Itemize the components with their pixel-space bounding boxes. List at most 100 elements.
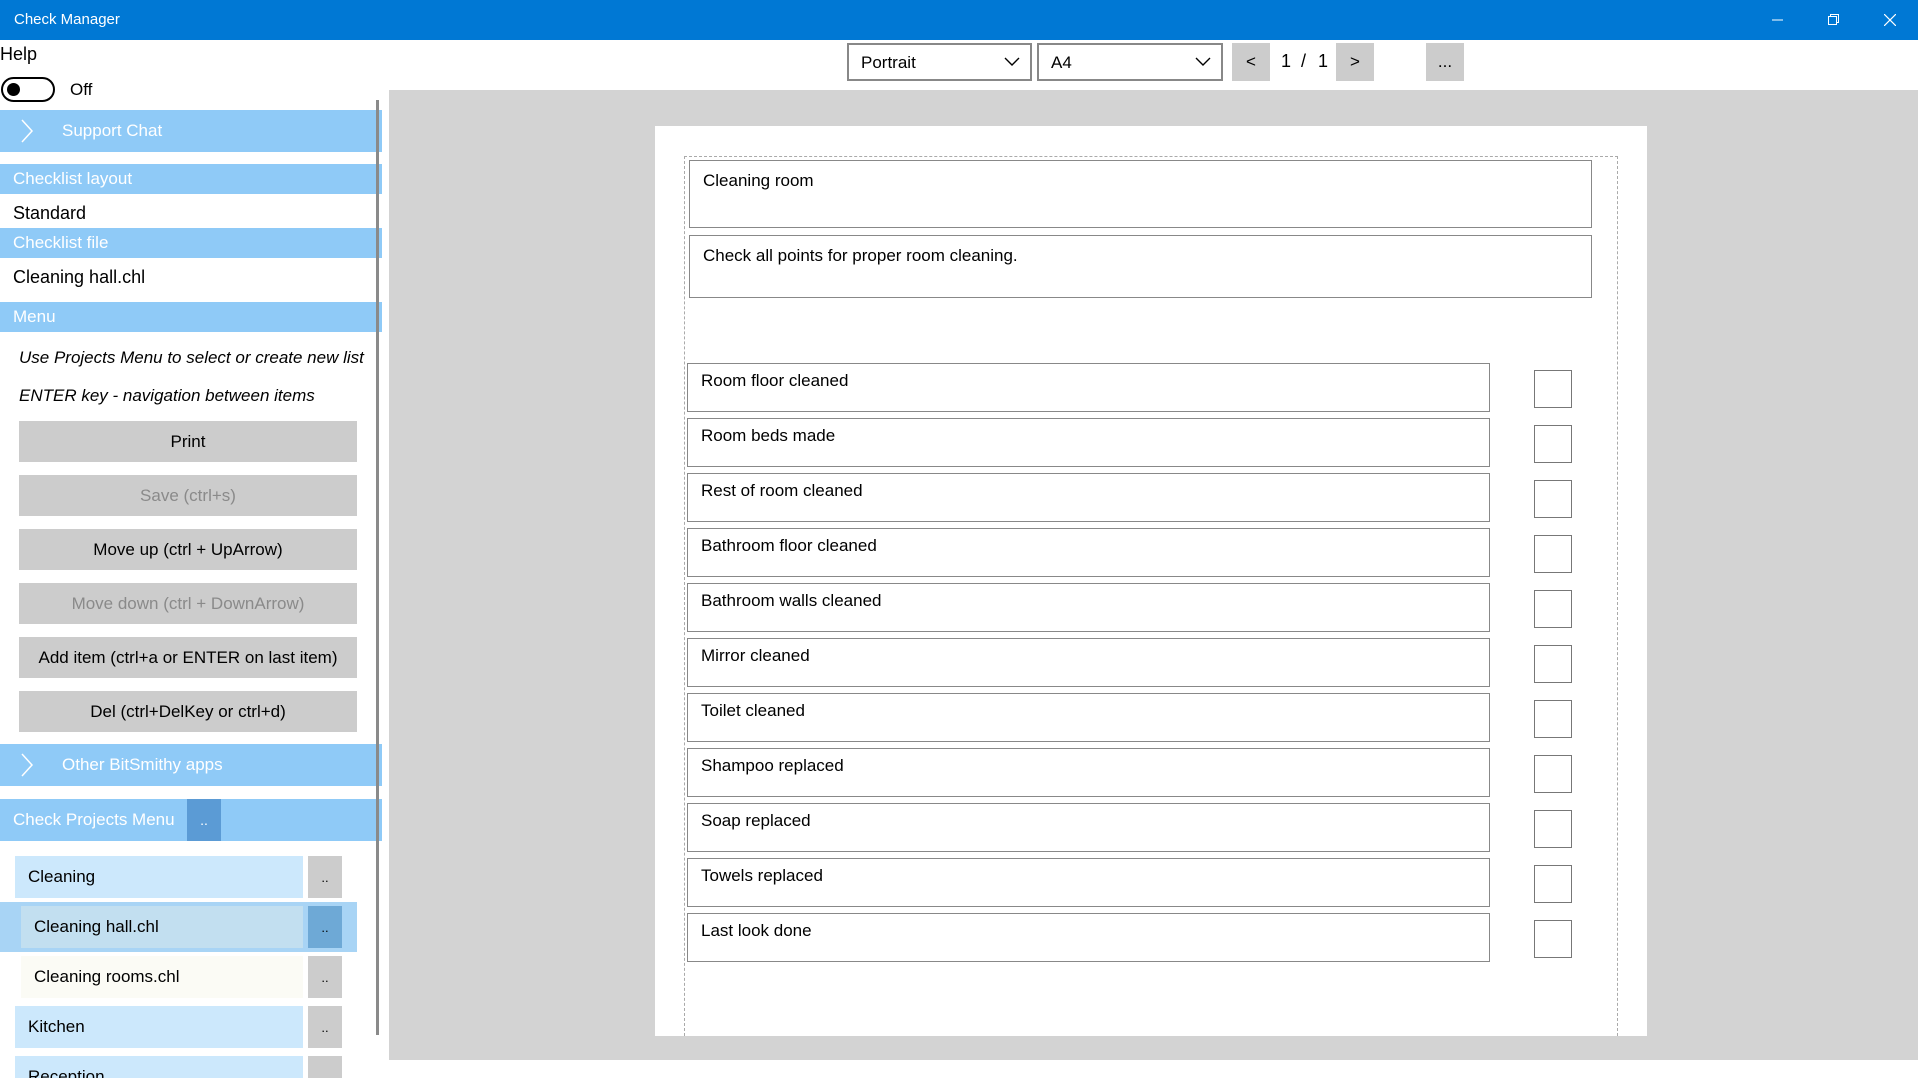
restore-button[interactable]	[1806, 0, 1862, 40]
total-pages: 1	[1318, 51, 1329, 71]
checklist-item-text: Shampoo replaced	[701, 756, 844, 775]
projects-menu-more-button[interactable]: ..	[187, 799, 221, 841]
checklist-item-field[interactable]: Towels replaced	[687, 858, 1490, 907]
checklist-item-text: Bathroom floor cleaned	[701, 536, 877, 555]
checklist-item-field[interactable]: Last look done	[687, 913, 1490, 962]
current-page: 1	[1281, 51, 1292, 71]
title-bar: Check Manager	[0, 0, 1918, 40]
checklist-item-field[interactable]: Room floor cleaned	[687, 363, 1490, 412]
checklist-layout-value[interactable]: Standard	[13, 203, 86, 224]
chevron-down-icon	[1195, 57, 1211, 66]
checklist-item-text: Mirror cleaned	[701, 646, 810, 665]
checklist-item-checkbox[interactable]	[1534, 425, 1572, 463]
menu-header: Menu	[0, 302, 382, 332]
checklist-item-text: Last look done	[701, 921, 812, 940]
checklist-item-text: Room beds made	[701, 426, 836, 445]
checklist-item-field[interactable]: Shampoo replaced	[687, 748, 1490, 797]
checklist-item-checkbox[interactable]	[1534, 535, 1572, 573]
other-apps-label: Other BitSmithy apps	[62, 755, 223, 774]
tree-item-label: Reception	[28, 1067, 105, 1078]
support-chat-label: Support Chat	[62, 121, 163, 140]
print-button[interactable]: Print	[19, 421, 357, 462]
tree-item-reception[interactable]: Reception	[15, 1056, 303, 1078]
support-chat-expander[interactable]: Support Chat	[0, 110, 382, 152]
checklist-item-field[interactable]: Toilet cleaned	[687, 693, 1490, 742]
checklist-item-checkbox[interactable]	[1534, 755, 1572, 793]
tree-item-more-button[interactable]: ..	[308, 906, 342, 948]
chevron-right-icon	[21, 119, 34, 143]
menu-note: ENTER key - navigation between items	[19, 386, 315, 405]
tree-item-kitchen[interactable]: Kitchen	[15, 1006, 303, 1048]
checklist-title-text: Cleaning room	[703, 171, 814, 190]
close-button[interactable]	[1862, 0, 1918, 40]
checklist-item-text: Room floor cleaned	[701, 371, 849, 390]
left-panel-scrollbar[interactable]	[376, 100, 379, 1035]
projects-menu-header: Check Projects Menu ..	[0, 799, 382, 841]
menu-note: Use Projects Menu to select or create ne…	[19, 348, 364, 367]
checklist-description-field[interactable]: Check all points for proper room cleanin…	[689, 235, 1592, 298]
help-label: Help	[0, 44, 38, 64]
checklist-title-field[interactable]: Cleaning room	[689, 160, 1592, 228]
checklist-item-text: Rest of room cleaned	[701, 481, 863, 500]
add-item-button[interactable]: Add item (ctrl+a or ENTER on last item)	[19, 637, 357, 678]
checklist-item-field[interactable]: Soap replaced	[687, 803, 1490, 852]
help-toggle-state: Off	[70, 80, 93, 99]
tree-item-cleaning[interactable]: Cleaning	[15, 856, 303, 898]
close-icon	[1884, 14, 1896, 26]
checklist-file-value[interactable]: Cleaning hall.chl	[13, 267, 145, 288]
prev-page-button[interactable]: <	[1232, 43, 1270, 81]
paper-size-select[interactable]: A4	[1037, 43, 1223, 81]
tree-item-more-button[interactable]: ..	[308, 956, 342, 998]
checklist-item-checkbox[interactable]	[1534, 645, 1572, 683]
paper-size-value: A4	[1051, 53, 1072, 72]
more-options-button[interactable]: ...	[1426, 43, 1464, 81]
checklist-item-checkbox[interactable]	[1534, 590, 1572, 628]
tree-item-more-button[interactable]: ..	[308, 1006, 342, 1048]
checklist-item-field[interactable]: Rest of room cleaned	[687, 473, 1490, 522]
checklist-item-checkbox[interactable]	[1534, 480, 1572, 518]
tree-item-more-button[interactable]: ..	[308, 1056, 342, 1078]
checklist-description-text: Check all points for proper room cleanin…	[703, 246, 1018, 265]
left-panel: Help Off Support Chat Checklist layout S…	[0, 40, 382, 1078]
tree-item-label: Cleaning rooms.chl	[34, 967, 180, 986]
minimize-icon	[1772, 19, 1783, 21]
checklist-item-checkbox[interactable]	[1534, 370, 1572, 408]
checklist-file-header: Checklist file	[0, 228, 382, 258]
delete-item-button[interactable]: Del (ctrl+DelKey or ctrl+d)	[19, 691, 357, 732]
move-up-button[interactable]: Move up (ctrl + UpArrow)	[19, 529, 357, 570]
checklist-item-checkbox[interactable]	[1534, 865, 1572, 903]
save-button[interactable]: Save (ctrl+s)	[19, 475, 357, 516]
move-down-button[interactable]: Move down (ctrl + DownArrow)	[19, 583, 357, 624]
toggle-knob	[7, 83, 20, 96]
tree-item-cleaning-rooms[interactable]: Cleaning rooms.chl	[21, 956, 303, 998]
checklist-item-field[interactable]: Room beds made	[687, 418, 1490, 467]
restore-icon	[1828, 14, 1839, 25]
checklist-item-text: Toilet cleaned	[701, 701, 805, 720]
checklist-item-checkbox[interactable]	[1534, 920, 1572, 958]
checklist-item-field[interactable]: Mirror cleaned	[687, 638, 1490, 687]
chevron-right-icon	[21, 753, 34, 777]
orientation-select[interactable]: Portrait	[847, 43, 1032, 81]
other-apps-expander[interactable]: Other BitSmithy apps	[0, 744, 382, 786]
checklist-item-field[interactable]: Bathroom walls cleaned	[687, 583, 1490, 632]
tree-item-more-button[interactable]: ..	[308, 856, 342, 898]
checklist-item-checkbox[interactable]	[1534, 700, 1572, 738]
tree-item-cleaning-hall[interactable]: Cleaning hall.chl	[21, 906, 303, 948]
projects-menu-title: Check Projects Menu	[13, 810, 175, 829]
tree-item-label: Cleaning	[28, 867, 96, 886]
chevron-down-icon	[1004, 57, 1020, 66]
checklist-layout-header-text: Checklist layout	[13, 169, 133, 188]
help-toggle[interactable]	[1, 77, 55, 102]
window-title: Check Manager	[14, 11, 120, 28]
next-page-button[interactable]: >	[1336, 43, 1374, 81]
tree-item-label: Cleaning hall.chl	[34, 917, 159, 936]
checklist-page: Cleaning room Check all points for prope…	[655, 126, 1647, 1036]
minimize-button[interactable]	[1750, 0, 1806, 40]
checklist-item-text: Bathroom walls cleaned	[701, 591, 882, 610]
page-separator: /	[1301, 51, 1307, 71]
checklist-item-checkbox[interactable]	[1534, 810, 1572, 848]
checklist-item-text: Soap replaced	[701, 811, 811, 830]
menu-header-text: Menu	[13, 307, 56, 326]
checklist-layout-header: Checklist layout	[0, 164, 382, 194]
checklist-item-field[interactable]: Bathroom floor cleaned	[687, 528, 1490, 577]
